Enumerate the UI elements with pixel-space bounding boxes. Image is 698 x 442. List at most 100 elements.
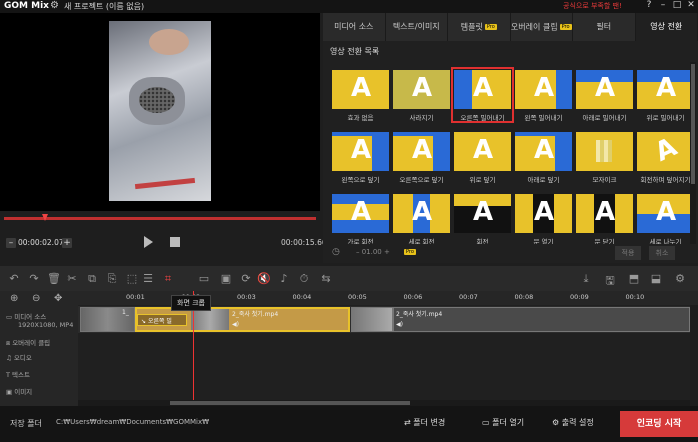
screen-icon[interactable]: ▭: [196, 272, 212, 285]
current-time: 00:00:02.07: [18, 238, 64, 247]
file-icon[interactable]: ⬓: [648, 272, 664, 285]
output-settings-button[interactable]: ⚙ 출력 설정: [552, 417, 594, 428]
maximize-button[interactable]: □: [670, 0, 684, 10]
transition-item[interactable]: A 왼쪽 밀어내기: [515, 70, 572, 122]
paste-icon[interactable]: ⬚: [124, 272, 140, 285]
transition-item[interactable]: A 위로 밀어내기: [637, 70, 690, 122]
track-label-text: 미디어 소스: [14, 313, 47, 321]
transition-label: 문 열기: [533, 238, 554, 244]
open-folder-button[interactable]: ▭ 폴더 열기: [482, 417, 524, 428]
cancel-button[interactable]: 취소: [649, 246, 675, 260]
tab-label: 필터: [596, 22, 612, 31]
tab-0[interactable]: 미디어 소스: [323, 13, 386, 41]
track-icon: ▣: [6, 388, 15, 396]
letter-a-icon: A: [534, 135, 555, 165]
pro-badge: Pro: [559, 24, 572, 30]
time-plus-button[interactable]: +: [62, 238, 72, 248]
transition-item[interactable]: A 회전하며 덮어지기: [637, 132, 690, 184]
transition-item[interactable]: 모자이크: [576, 132, 633, 184]
encode-button[interactable]: 인코딩 시작: [620, 411, 698, 437]
transition-label: 문 닫기: [594, 238, 615, 244]
transition-label: 세로 나누기: [649, 238, 682, 244]
close-button[interactable]: ✕: [684, 0, 698, 10]
rotate-icon[interactable]: ⟳: [238, 272, 254, 285]
open-folder-label: 폴더 열기: [492, 418, 525, 427]
save-icon[interactable]: 🖫: [602, 272, 618, 291]
play-icon[interactable]: [144, 236, 153, 248]
clip-3-thumb[interactable]: [351, 307, 393, 332]
letter-a-icon: A: [351, 73, 372, 103]
letter-a-icon: A: [473, 135, 494, 165]
open-icon[interactable]: ⬒: [626, 272, 642, 285]
transition-item[interactable]: A 사라지기: [393, 70, 450, 122]
ruler-tick: 00:10: [625, 293, 645, 301]
output-settings-label: 출력 설정: [561, 418, 594, 427]
tab-label: 미디어 소스: [334, 22, 374, 31]
help-button[interactable]: ?: [642, 0, 656, 10]
cut-icon[interactable]: ✂: [64, 272, 80, 285]
ruler-tick: 00:05: [348, 293, 367, 301]
transition-item[interactable]: A 세로 회전: [393, 194, 450, 244]
transition-thumbnail: A: [515, 194, 572, 233]
track-label-text: 오버레이 클립: [12, 339, 51, 347]
settings-icon[interactable]: ⚙: [672, 272, 688, 285]
image-icon[interactable]: ▣: [218, 272, 234, 285]
redo-icon[interactable]: ↷: [26, 272, 42, 285]
transition-item[interactable]: A 문 닫기: [576, 194, 633, 244]
clip-2-audio-icon: ◀): [232, 321, 239, 328]
apply-button[interactable]: 적용: [615, 246, 641, 260]
copy-icon[interactable]: ⧉: [84, 272, 100, 286]
track-label: ♫ 오디오: [6, 352, 32, 362]
crop-icon[interactable]: ⌗: [160, 272, 176, 286]
clip-3-audio-icon: ◀): [396, 321, 403, 328]
transition-item[interactable]: A 오른쪽 밀어내기: [451, 67, 514, 123]
tab-3[interactable]: 오버레이 클립 Pro: [511, 13, 573, 41]
transition-item[interactable]: A 가로 회전: [332, 194, 389, 244]
split-icon[interactable]: ⎘: [104, 272, 120, 286]
gear-icon[interactable]: ⚙: [50, 0, 59, 11]
fit-icon[interactable]: ✥: [54, 293, 62, 304]
transition-label: 아래로 밀어내기: [582, 114, 627, 122]
minimize-button[interactable]: –: [656, 0, 670, 10]
volume-icon[interactable]: ♪: [276, 272, 292, 285]
clip-2-label: 2_죽사 첫기.mp4: [232, 311, 279, 318]
track-label-text: 텍스트: [12, 371, 30, 379]
transition-item[interactable]: A 문 열기: [515, 194, 572, 244]
transition-item[interactable]: A 위로 덮기: [454, 132, 511, 184]
playback-progress[interactable]: [4, 217, 316, 220]
transition-duration[interactable]: – 01.00 +: [356, 248, 390, 256]
undo-icon[interactable]: ↶: [6, 272, 22, 285]
transition-item[interactable]: A 아래로 밀어내기: [576, 70, 633, 122]
letter-a-icon: A: [412, 197, 433, 227]
change-folder-button[interactable]: ⇄ 폴더 변경: [404, 417, 445, 428]
speed-icon[interactable]: ⏱: [296, 272, 312, 286]
save-folder-label: 저장 폴더: [10, 419, 42, 428]
zoom-out-icon[interactable]: ⊖: [32, 293, 40, 304]
transition-item[interactable]: A 회전: [454, 194, 511, 244]
promo-link[interactable]: 공식으로 부족할 땐!: [563, 1, 622, 11]
adjust-icon[interactable]: ☰: [140, 272, 156, 285]
stop-icon[interactable]: [170, 237, 180, 247]
detach-icon[interactable]: ⇆: [318, 272, 334, 285]
mute-icon[interactable]: 🔇: [256, 272, 272, 285]
project-name: 새 프로젝트 (이름 없음): [64, 2, 145, 11]
tab-4[interactable]: 필터: [573, 13, 636, 41]
delete-icon[interactable]: 🗑: [46, 272, 62, 285]
transition-item[interactable]: A 왼쪽으로 덮기: [332, 132, 389, 184]
zoom-in-icon[interactable]: ⊕: [10, 293, 18, 304]
letter-a-icon: A: [656, 197, 677, 227]
transition-item[interactable]: A 아래로 덮기: [515, 132, 572, 184]
transition-item[interactable]: A 세로 나누기: [637, 194, 690, 244]
transition-thumbnail: A: [637, 70, 690, 109]
export-icon[interactable]: ⤓: [578, 272, 594, 286]
time-minus-button[interactable]: –: [6, 238, 16, 248]
transition-item[interactable]: A 효과 없음: [332, 70, 389, 122]
tab-2[interactable]: 템플릿 Pro: [448, 13, 511, 41]
grid-scroll-thumb[interactable]: [691, 64, 695, 184]
tab-1[interactable]: 텍스트/이미지: [386, 13, 448, 41]
transition-label: 오른쪽으로 덮기: [399, 176, 444, 184]
ruler-tick: 00:09: [570, 293, 589, 301]
tab-5[interactable]: 영상 전환: [635, 13, 698, 41]
timeline-scroll-thumb[interactable]: [170, 401, 410, 405]
transition-item[interactable]: A 오른쪽으로 덮기: [393, 132, 450, 184]
